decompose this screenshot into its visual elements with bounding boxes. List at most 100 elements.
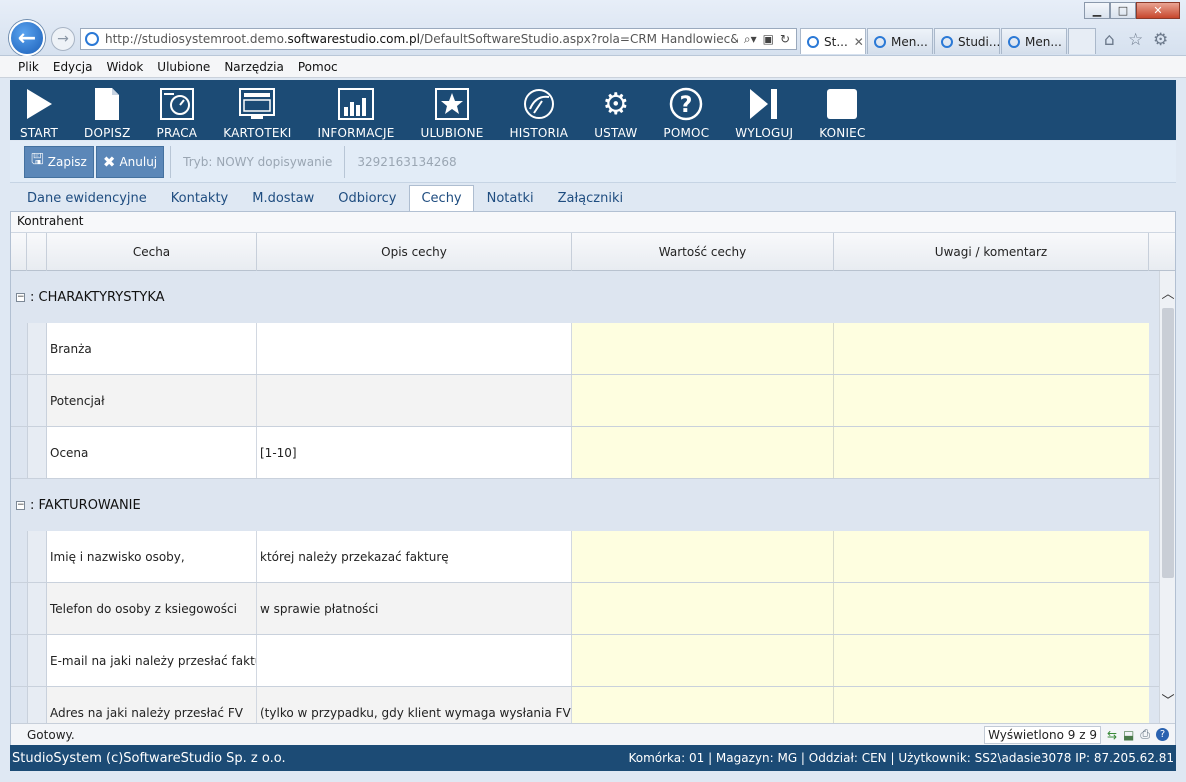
column-header-wartosc[interactable]: Wartość cechy (572, 233, 834, 271)
scroll-down-icon[interactable]: ﹀ (1160, 690, 1176, 709)
toolbar-dopisz-button[interactable]: DOPISZ (84, 80, 131, 140)
toolbar-informacje-button[interactable]: INFORMACJE (317, 80, 394, 140)
save-button[interactable]: 🖫 Zapisz (24, 145, 94, 178)
cell-wartosc[interactable] (572, 323, 834, 374)
cell-wartosc[interactable] (572, 687, 834, 723)
new-tab-button[interactable] (1068, 28, 1096, 54)
record-tabs: Dane ewidencyjne Kontakty M.dostaw Odbio… (10, 183, 1176, 211)
cell-wartosc[interactable] (572, 427, 834, 478)
address-bar[interactable]: http://studiosystemroot.demo.softwarestu… (80, 28, 797, 50)
toolbar-praca-button[interactable]: PRACA (157, 80, 198, 140)
row-indicator[interactable] (27, 687, 47, 723)
cell-uwagi[interactable] (834, 427, 1149, 478)
home-icon[interactable]: ⌂ (1104, 30, 1115, 50)
browser-tab-3[interactable]: Studi... (934, 28, 1000, 54)
tab-zalaczniki[interactable]: Załączniki (547, 185, 635, 211)
tab-m-dostaw[interactable]: M.dostaw (241, 185, 325, 211)
table-row[interactable]: E-mail na jaki należy przesłać faktur (11, 635, 1159, 687)
cancel-button[interactable]: ✖ Anuluj (95, 145, 165, 178)
menu-widok[interactable]: Widok (106, 60, 143, 74)
table-row[interactable]: Ocena [1-10] (11, 427, 1159, 479)
toolbar-wyloguj-button[interactable]: WYLOGUJ (735, 80, 793, 140)
row-spacer (11, 635, 27, 686)
address-url[interactable]: http://studiosystemroot.demo.softwarestu… (105, 32, 738, 46)
column-header-cecha[interactable]: Cecha (47, 233, 257, 271)
cell-wartosc[interactable] (572, 375, 834, 426)
row-spacer (11, 583, 27, 634)
table-row[interactable]: Branża (11, 323, 1159, 375)
forward-button[interactable]: → (51, 27, 75, 51)
menu-pomoc[interactable]: Pomoc (298, 60, 338, 74)
row-indicator[interactable] (27, 531, 47, 582)
session-info: Komórka: 01 | Magazyn: MG | Oddział: CEN… (628, 751, 1174, 765)
toolbar-start-button[interactable]: START (20, 80, 58, 140)
refresh-green-icon[interactable]: ⇆ (1107, 728, 1117, 742)
collapse-icon[interactable]: − (16, 292, 25, 302)
refresh-icon[interactable]: ↻ (780, 32, 790, 47)
minimize-button[interactable]: ▁ (1084, 2, 1110, 19)
toolbar-kartoteki-button[interactable]: KARTOTEKI (223, 80, 291, 140)
menu-plik[interactable]: Plik (18, 60, 39, 74)
tab-cechy[interactable]: Cechy (409, 185, 474, 211)
export-icon[interactable]: ⬓ (1123, 728, 1134, 742)
favorites-star-icon[interactable]: ☆ (1128, 30, 1143, 50)
back-button[interactable]: ← (9, 20, 45, 56)
tab-dane-ewidencyjne[interactable]: Dane ewidencyjne (16, 185, 158, 211)
app-toolbar: START DOPISZ PRACA KARTOTEKI INFORMACJE … (10, 80, 1176, 140)
toolbar-button-label: DOPISZ (84, 126, 131, 140)
group-row[interactable]: − : CHARAKTYRYSTYKA (11, 271, 1159, 323)
cell-wartosc[interactable] (572, 583, 834, 634)
table-row[interactable]: Adres na jaki należy przesłać FV (tylko … (11, 687, 1159, 723)
help-small-icon[interactable]: ? (1156, 728, 1169, 741)
column-header-uwagi[interactable]: Uwagi / komentarz (834, 233, 1149, 271)
table-row[interactable]: Telefon do osoby z ksiegowości w sprawie… (11, 583, 1159, 635)
compat-view-icon[interactable]: ▣ (763, 32, 774, 47)
close-window-button[interactable]: ✕ (1136, 2, 1180, 19)
toolbar-historia-button[interactable]: HISTORIA (510, 80, 569, 140)
toolbar-ulubione-button[interactable]: ULUBIONE (421, 80, 484, 140)
print-icon[interactable]: ⎙ (1140, 727, 1150, 742)
table-row[interactable]: Imię i nazwisko osoby, której należy prz… (11, 531, 1159, 583)
collapse-icon[interactable]: − (16, 500, 25, 510)
column-header-opis[interactable]: Opis cechy (257, 233, 572, 271)
cell-wartosc[interactable] (572, 635, 834, 686)
close-tab-icon[interactable]: ✕ (848, 35, 864, 49)
vertical-scrollbar[interactable]: ︿ ﹀ (1159, 271, 1175, 723)
menu-ulubione[interactable]: Ulubione (157, 60, 210, 74)
content-panel: Kontrahent Cecha Opis cechy Wartość cech… (10, 211, 1176, 745)
browser-tab-2[interactable]: Men... (867, 28, 933, 54)
scroll-thumb[interactable] (1162, 308, 1174, 578)
toolbar-pomoc-button[interactable]: ? POMOC (663, 80, 709, 140)
header-expand-cell (11, 233, 27, 271)
maximize-button[interactable]: □ (1110, 2, 1136, 19)
cell-uwagi[interactable] (834, 687, 1149, 723)
group-title: : CHARAKTYRYSTYKA (30, 289, 165, 305)
toolbar-ustaw-button[interactable]: ⚙ USTAW (594, 80, 637, 141)
row-indicator[interactable] (27, 427, 47, 478)
cell-uwagi[interactable] (834, 323, 1149, 374)
table-row[interactable]: Potencjał (11, 375, 1159, 427)
cell-uwagi[interactable] (834, 583, 1149, 634)
group-row[interactable]: − : FAKTUROWANIE (11, 479, 1159, 531)
tab-notatki[interactable]: Notatki (476, 185, 545, 211)
search-icon[interactable]: ⌕▾ (744, 32, 757, 47)
cell-cecha: Telefon do osoby z ksiegowości (47, 583, 257, 634)
menu-edycja[interactable]: Edycja (53, 60, 93, 74)
row-indicator[interactable] (27, 323, 47, 374)
settings-gear-icon[interactable]: ⚙ (1153, 30, 1168, 50)
browser-tab-1[interactable]: St... ✕ (800, 28, 866, 54)
row-indicator[interactable] (27, 635, 47, 686)
cell-uwagi[interactable] (834, 635, 1149, 686)
scroll-up-icon[interactable]: ︿ (1160, 283, 1176, 302)
browser-tab-4[interactable]: Men... (1001, 28, 1067, 54)
row-indicator[interactable] (27, 583, 47, 634)
cell-uwagi[interactable] (834, 531, 1149, 582)
row-indicator[interactable] (27, 375, 47, 426)
ie-page-icon (85, 32, 99, 46)
cell-uwagi[interactable] (834, 375, 1149, 426)
tab-kontakty[interactable]: Kontakty (160, 185, 239, 211)
menu-narzedzia[interactable]: Narzędzia (224, 60, 284, 74)
tab-odbiorcy[interactable]: Odbiorcy (327, 185, 407, 211)
cell-wartosc[interactable] (572, 531, 834, 582)
toolbar-koniec-button[interactable]: KONIEC (819, 80, 865, 140)
